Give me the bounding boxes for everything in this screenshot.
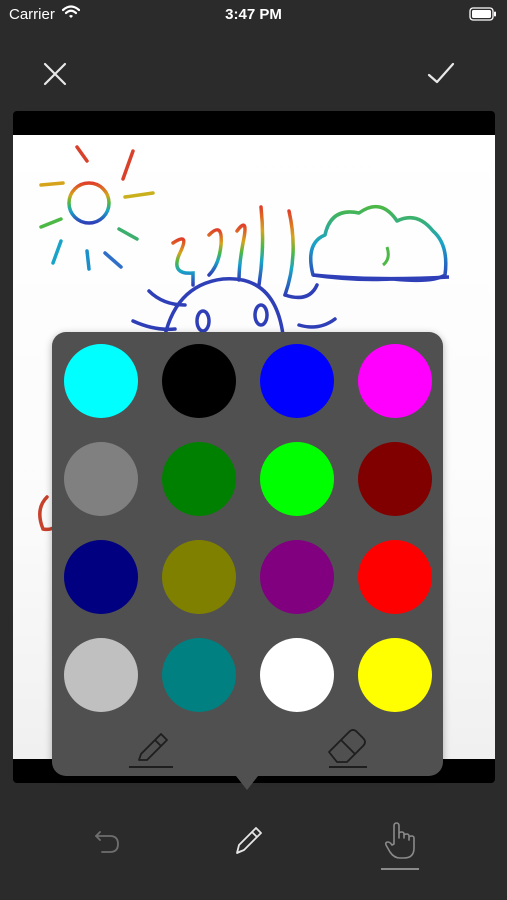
popover-arrow	[236, 776, 258, 790]
highlighter-icon	[129, 733, 173, 768]
eraser-button[interactable]	[321, 724, 369, 768]
hand-pointer-icon	[384, 822, 415, 859]
checkmark-icon	[427, 62, 455, 84]
color-swatch[interactable]	[358, 638, 432, 712]
status-bar: Carrier 3:47 PM	[0, 0, 507, 30]
color-swatch[interactable]	[260, 540, 334, 614]
color-palette-popover	[52, 332, 443, 776]
color-swatch[interactable]	[64, 638, 138, 712]
undo-icon	[95, 831, 119, 853]
eraser-icon	[328, 729, 367, 768]
undo-button[interactable]	[86, 818, 130, 862]
color-swatch[interactable]	[64, 344, 138, 418]
color-swatch[interactable]	[260, 442, 334, 516]
color-swatch[interactable]	[162, 638, 236, 712]
color-swatch[interactable]	[64, 540, 138, 614]
status-time: 3:47 PM	[225, 6, 282, 23]
pencil-icon	[236, 827, 262, 854]
close-button[interactable]	[39, 58, 71, 90]
battery-icon	[469, 7, 496, 21]
close-icon	[43, 62, 67, 86]
color-swatch[interactable]	[162, 344, 236, 418]
color-swatch[interactable]	[162, 442, 236, 516]
done-button[interactable]	[425, 58, 457, 90]
color-swatch[interactable]	[162, 540, 236, 614]
color-swatch[interactable]	[64, 442, 138, 516]
color-swatch[interactable]	[358, 442, 432, 516]
highlighter-button[interactable]	[127, 724, 175, 768]
active-tool-indicator	[381, 868, 419, 870]
color-swatch[interactable]	[358, 344, 432, 418]
color-swatch[interactable]	[260, 344, 334, 418]
color-swatch[interactable]	[260, 638, 334, 712]
pencil-button[interactable]	[226, 818, 270, 862]
hand-pointer-button[interactable]	[378, 818, 422, 862]
color-swatch[interactable]	[358, 540, 432, 614]
